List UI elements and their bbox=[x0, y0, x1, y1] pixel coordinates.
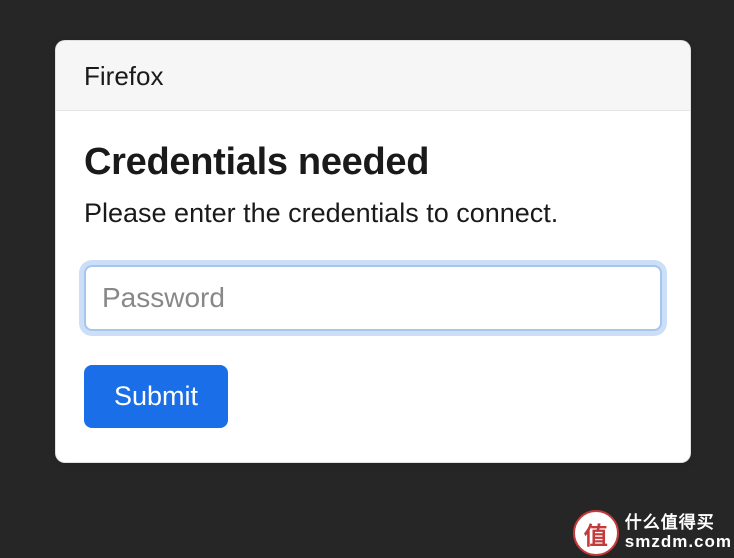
watermark-line1: 什么值得买 bbox=[625, 514, 732, 533]
credentials-description: Please enter the credentials to connect. bbox=[84, 198, 662, 229]
auth-dialog: Firefox Credentials needed Please enter … bbox=[55, 40, 691, 463]
password-input[interactable] bbox=[84, 265, 662, 331]
watermark-line2: smzdm.com bbox=[625, 533, 732, 552]
watermark: 值 什么值得买 smzdm.com bbox=[567, 506, 734, 558]
watermark-text: 什么值得买 smzdm.com bbox=[625, 514, 732, 551]
watermark-badge-icon: 值 bbox=[573, 510, 619, 556]
credentials-heading: Credentials needed bbox=[84, 141, 662, 184]
dialog-body: Credentials needed Please enter the cred… bbox=[56, 111, 690, 462]
dialog-title: Firefox bbox=[56, 41, 690, 111]
submit-button[interactable]: Submit bbox=[84, 365, 228, 428]
